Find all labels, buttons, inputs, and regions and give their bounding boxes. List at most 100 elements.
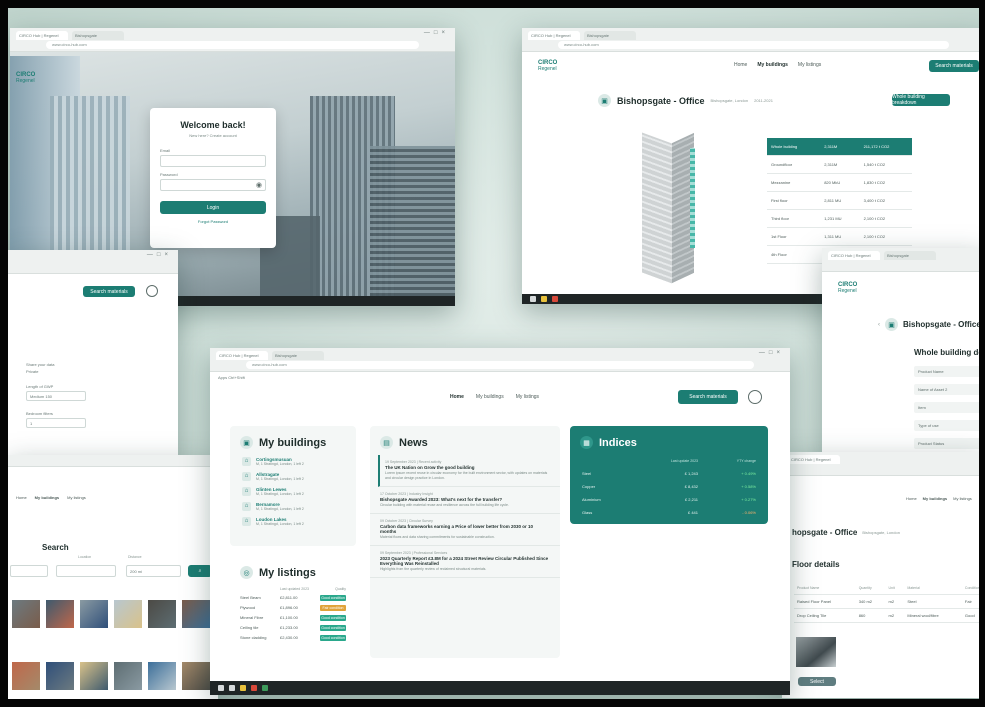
- material-thumbnail[interactable]: [182, 600, 210, 628]
- table-row[interactable]: Whole building 2,311M 211,172 t CO2: [767, 138, 912, 156]
- window-controls[interactable]: —□×: [759, 350, 784, 356]
- table-row[interactable]: Groundfloor 2,311M 1,540 t CO2: [767, 155, 912, 174]
- nav-my-buildings[interactable]: My buildings: [757, 62, 788, 68]
- details-field[interactable]: Name of Asset 2: [914, 384, 985, 395]
- listing-row[interactable]: Ceiling tile £1,233.00 Good condition: [230, 623, 356, 633]
- nav-home[interactable]: Home: [906, 496, 917, 501]
- listing-row[interactable]: Stone cladding £2,430.00 Good condition: [230, 633, 356, 643]
- news-item[interactable]: 09 October 2023 | Circular Survey Carbon …: [370, 514, 560, 546]
- details-field[interactable]: Type of use: [914, 420, 985, 431]
- browser-tab[interactable]: Bishopsgate: [584, 31, 636, 40]
- settings-icon[interactable]: [748, 390, 762, 404]
- listing-row[interactable]: Steel Beam £2,811.00 Good condition: [230, 593, 356, 603]
- building-list-item[interactable]: ⌂ Glinten Lewes M, 1 Stratingd, London, 1 …: [230, 485, 356, 500]
- browser-tab[interactable]: CIRCO Hub | Regenel: [788, 455, 840, 464]
- news-item[interactable]: 09 September 2023 | Professional Service…: [370, 546, 560, 578]
- news-item[interactable]: 17 October 2023 | Industry Insight Bishop…: [370, 487, 560, 514]
- news-item[interactable]: 19 September 2023 | Recent activity The U…: [378, 455, 560, 487]
- keyword-input[interactable]: [10, 565, 48, 577]
- browser-tab[interactable]: CIRCO Hub | Regenel: [216, 351, 268, 360]
- building-list-item[interactable]: ⌂ Bernamore M, 1 Stratingd, London, 1 left…: [230, 500, 356, 515]
- distance-select[interactable]: 200 mi: [126, 565, 181, 577]
- eye-icon[interactable]: ◉: [256, 181, 262, 189]
- nav-my-listings[interactable]: My listings: [798, 62, 821, 68]
- listing-row[interactable]: Plywood £1,896.00 Fair condition: [230, 603, 356, 613]
- table-row[interactable]: First floor 2,811 MU 3,400 t CO2: [767, 191, 912, 210]
- folder-icon[interactable]: [240, 685, 246, 691]
- search-icon[interactable]: [229, 685, 235, 691]
- search-submit-button[interactable]: ⌕: [188, 565, 212, 577]
- material-thumbnail[interactable]: [46, 600, 74, 628]
- table-row[interactable]: Drop Ceiling Tile 860 m2 Mineral wool/fibre…: [794, 608, 985, 623]
- index-row[interactable]: Glass £ 441 - 0.06%: [570, 506, 768, 519]
- tab-home[interactable]: Home: [16, 495, 27, 500]
- browser-tab[interactable]: Bishopsgate: [884, 251, 936, 260]
- index-row[interactable]: Aluminium £ 2,211 + 0.27%: [570, 493, 768, 506]
- browser-tab[interactable]: Bishopsgate: [272, 351, 324, 360]
- nav-my-buildings[interactable]: My buildings: [923, 496, 947, 501]
- browser-icon[interactable]: [552, 296, 558, 302]
- material-thumbnail[interactable]: [114, 600, 142, 628]
- forgot-password-link[interactable]: Forgot Password: [160, 219, 266, 224]
- address-bar[interactable]: www.circo-hub.com: [246, 361, 754, 369]
- details-field[interactable]: Product Status: [914, 438, 985, 449]
- building-list-item[interactable]: ⌂ Loudon Lakes M, 1 Stratingd, London, 1 l…: [230, 515, 356, 530]
- location-input[interactable]: [56, 565, 116, 577]
- nav-my-listings[interactable]: My listings: [953, 496, 972, 501]
- material-thumbnail[interactable]: [114, 662, 142, 690]
- brand-logo[interactable]: CIRCO Regenel: [16, 72, 35, 84]
- select-button[interactable]: Select: [798, 677, 836, 686]
- address-bar[interactable]: www.circo-hub.com: [46, 41, 419, 49]
- browser-tab[interactable]: CIRCO Hub | Regenel: [828, 251, 880, 260]
- browser-tab[interactable]: CIRCO Hub | Regenel: [528, 31, 580, 40]
- material-thumbnail[interactable]: [148, 600, 176, 628]
- listing-row[interactable]: Mineral Fibre £1,100.00 Good condition: [230, 613, 356, 623]
- gwp-select[interactable]: Medium 150: [26, 391, 86, 401]
- search-materials-button[interactable]: Search materials: [83, 286, 135, 297]
- tab-my-listings[interactable]: My listings: [67, 495, 86, 500]
- nav-home[interactable]: Home: [734, 62, 747, 68]
- start-icon[interactable]: [530, 296, 536, 302]
- browser-tab[interactable]: Bishopsgate: [72, 31, 124, 40]
- material-thumbnail[interactable]: [46, 662, 74, 690]
- address-bar[interactable]: www.circo-hub.com: [558, 41, 949, 49]
- nav-my-buildings[interactable]: My buildings: [476, 394, 504, 400]
- index-row[interactable]: Steel £ 1,243 + 0.49%: [570, 467, 768, 480]
- app-icon[interactable]: [262, 685, 268, 691]
- search-materials-button[interactable]: Search materials: [678, 390, 738, 404]
- tab-my-buildings[interactable]: My buildings: [35, 495, 59, 500]
- building-list-item[interactable]: ⌂ Allstragate M, 1 Stratingd, London, 1 le…: [230, 470, 356, 485]
- table-row[interactable]: Third floor 1,231 MU 2,100 t CO2: [767, 209, 912, 228]
- share-data-value[interactable]: Private: [26, 369, 86, 374]
- material-thumbnail[interactable]: [148, 662, 176, 690]
- email-field[interactable]: [160, 155, 266, 167]
- browser-tab[interactable]: CIRCO Hub | Regenel: [16, 31, 68, 40]
- details-field[interactable]: Item: [914, 402, 985, 413]
- table-row[interactable]: Raised Floor Panel 340 m2 m2 Steel Fair: [794, 594, 985, 609]
- material-thumbnail[interactable]: [80, 600, 108, 628]
- window-controls[interactable]: —□×: [147, 252, 172, 258]
- index-row[interactable]: Copper £ 8,432 + 0.58%: [570, 480, 768, 493]
- nav-home[interactable]: Home: [450, 394, 464, 400]
- details-field[interactable]: Product Name: [914, 366, 985, 377]
- nav-my-listings[interactable]: My listings: [516, 394, 539, 400]
- table-row[interactable]: Mezzanine 820 MkU 1,830 t CO2: [767, 173, 912, 192]
- settings-icon[interactable]: [146, 285, 158, 297]
- browser-icon[interactable]: [251, 685, 257, 691]
- window-controls[interactable]: —□×: [424, 30, 449, 36]
- brand-logo[interactable]: CIRCO Regenel: [838, 282, 857, 294]
- material-thumbnail[interactable]: [12, 600, 40, 628]
- password-field[interactable]: ◉: [160, 179, 266, 191]
- whole-building-button[interactable]: Whole building breakdown: [892, 94, 950, 106]
- start-icon[interactable]: [218, 685, 224, 691]
- create-account-link[interactable]: New here? Create account: [160, 133, 266, 138]
- folder-icon[interactable]: [541, 296, 547, 302]
- building-list-item[interactable]: ⌂ Cortingsmusuan M, 1 Stratingd, London, 1…: [230, 455, 356, 470]
- bedroom-stepper[interactable]: 1: [26, 418, 86, 428]
- brand-logo[interactable]: CIRCO Regenel: [538, 60, 557, 72]
- material-thumbnail[interactable]: [182, 662, 210, 690]
- search-materials-button[interactable]: Search materials: [929, 60, 979, 72]
- back-icon[interactable]: ‹: [878, 322, 880, 328]
- login-button[interactable]: Login: [160, 201, 266, 214]
- table-row[interactable]: 1st Floor 1,311 MU 2,100 t CO2: [767, 227, 912, 246]
